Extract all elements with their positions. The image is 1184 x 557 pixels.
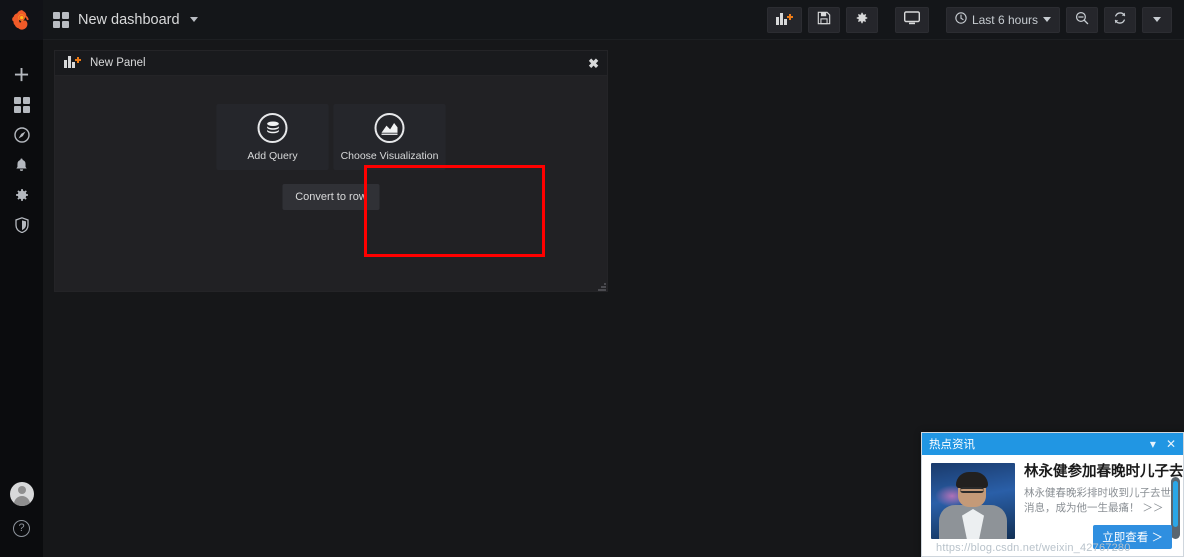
panel-resize-handle[interactable] — [596, 281, 606, 291]
chevron-down-icon — [189, 17, 198, 22]
page-title: New dashboard — [78, 11, 180, 28]
sidebar-item-explore[interactable] — [0, 122, 43, 152]
news-thumbnail-icon[interactable] — [931, 463, 1015, 539]
dashboard-settings-button[interactable] — [845, 6, 878, 33]
add-panel-actions: Add Query Choose Visualization Convert t… — [216, 104, 446, 210]
add-panel-icon — [64, 54, 81, 73]
zoom-out-time-button[interactable] — [1066, 6, 1098, 33]
grafana-logo-icon[interactable] — [0, 0, 43, 40]
notification-header-actions: ▾ ✕ — [1150, 438, 1176, 450]
grafana-dashboard-screen: ? New dashboard Last 6 hours New Panel ✖… — [0, 0, 1184, 557]
clock-icon — [955, 12, 967, 27]
add-query-label: Add Query — [247, 149, 298, 162]
news-notification-popup: 热点资讯 ▾ ✕ 林永健参加春晚时儿子去世 林永健春晚彩排时收到儿子去世消息，成… — [921, 432, 1184, 557]
notification-description: 林永健春晚彩排时收到儿子去世消息，成为他一生最痛！ ＞＞ — [1024, 486, 1175, 518]
dashboard-title-picker[interactable]: New dashboard — [43, 11, 198, 28]
plus-icon — [14, 67, 29, 87]
add-query-card[interactable]: Add Query — [216, 104, 329, 170]
time-range-picker[interactable]: Last 6 hours — [945, 6, 1060, 33]
sidebar-item-server-admin[interactable] — [0, 212, 43, 242]
notification-header: 热点资讯 ▾ ✕ — [922, 433, 1183, 455]
sidebar-item-create[interactable] — [0, 62, 43, 92]
search-minus-icon — [1075, 11, 1089, 28]
refresh-button[interactable] — [1104, 6, 1136, 33]
sidebar-item-alerting[interactable] — [0, 152, 43, 182]
notification-more-label[interactable]: ＞＞ — [1142, 502, 1163, 514]
close-icon[interactable]: ✖ — [588, 57, 599, 70]
apps-grid-icon — [13, 96, 30, 118]
avatar[interactable] — [9, 482, 34, 506]
sidebar-item-dashboards[interactable] — [0, 92, 43, 122]
sidebar-nav-items — [0, 62, 43, 242]
time-range-label: Last 6 hours — [971, 12, 1038, 27]
chevron-down-icon — [1043, 17, 1051, 22]
panel-header[interactable]: New Panel ✖ — [55, 51, 607, 76]
gear-icon — [14, 187, 30, 208]
database-icon — [257, 112, 288, 143]
apps-grid-icon — [53, 11, 69, 28]
thumbnail-person-hair — [956, 472, 988, 488]
add-panel-button[interactable] — [766, 6, 802, 33]
panel-body: Add Query Choose Visualization Convert t… — [55, 76, 607, 292]
refresh-interval-dropdown[interactable] — [1142, 6, 1172, 33]
shield-icon — [14, 216, 29, 238]
panel-new-panel: New Panel ✖ Add Query Choose Visualizati… — [54, 50, 608, 292]
toolbar-actions: Last 6 hours — [766, 6, 1184, 33]
chevron-down-icon — [1153, 17, 1161, 22]
convert-to-row-button[interactable]: Convert to row — [282, 184, 380, 210]
close-icon[interactable]: ✕ — [1166, 438, 1176, 450]
notification-title[interactable]: 林永健参加春晚时儿子去世 — [1024, 464, 1183, 481]
notification-header-title: 热点资讯 — [929, 439, 975, 451]
help-icon[interactable]: ? — [13, 520, 30, 537]
view-now-button[interactable]: 立即查看 ＞ — [1093, 525, 1172, 549]
top-navbar: New dashboard Last 6 hours — [43, 0, 1184, 40]
gear-icon — [855, 11, 869, 28]
cycle-view-mode-button[interactable] — [894, 6, 929, 33]
notification-scrollbar[interactable] — [1171, 477, 1180, 539]
add-panel-icon — [775, 11, 793, 28]
save-dashboard-button[interactable] — [807, 6, 840, 33]
chevron-down-icon[interactable]: ▾ — [1150, 438, 1156, 450]
refresh-icon — [1113, 11, 1127, 28]
monitor-icon — [903, 11, 920, 28]
sidebar-bottom: ? — [9, 482, 34, 557]
choose-visualization-label: Choose Visualization — [340, 149, 439, 162]
thumbnail-person-glasses — [960, 487, 984, 493]
graph-area-icon — [374, 112, 405, 143]
sidebar-item-configuration[interactable] — [0, 182, 43, 212]
action-cards: Add Query Choose Visualization — [216, 104, 446, 170]
left-sidebar: ? — [0, 0, 43, 557]
bell-icon — [14, 157, 29, 178]
choose-visualization-card[interactable]: Choose Visualization — [333, 104, 446, 170]
panel-title: New Panel — [90, 57, 146, 69]
compass-icon — [13, 126, 30, 148]
save-floppy-icon — [817, 11, 831, 28]
